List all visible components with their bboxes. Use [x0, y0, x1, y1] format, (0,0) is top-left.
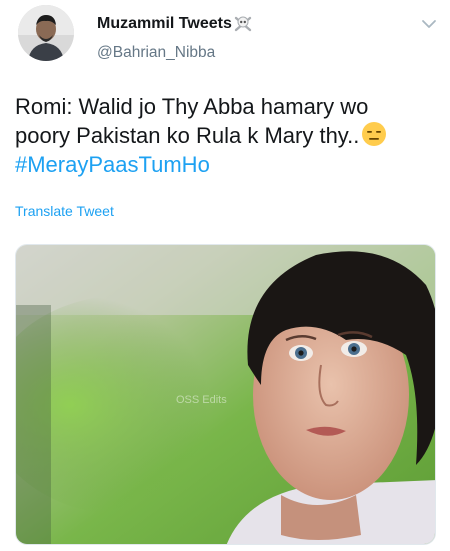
display-name-text: Muzammil Tweets	[97, 15, 232, 32]
tweet-text-line-2: poory Pakistan ko Rula k Mary thy..	[15, 123, 360, 148]
tweet-card: Muzammil Tweets @Bahrian_Nibba Romi: Wal…	[0, 0, 450, 551]
hashtag-link[interactable]: #MerayPaasTumHo	[15, 150, 440, 179]
chevron-down-icon[interactable]	[421, 18, 437, 30]
expressionless-face-icon	[361, 121, 387, 147]
avatar[interactable]	[18, 5, 74, 61]
skull-and-crossbones-icon	[233, 14, 253, 34]
media-watermark: OSS Edits	[176, 394, 227, 406]
username[interactable]: @Bahrian_Nibba	[97, 44, 215, 62]
display-name[interactable]: Muzammil Tweets	[97, 14, 253, 34]
tweet-text: Romi: Walid jo Thy Abba hamary wo poory …	[15, 92, 440, 179]
translate-tweet-link[interactable]: Translate Tweet	[15, 203, 114, 219]
tweet-text-line-1: Romi: Walid jo Thy Abba hamary wo	[15, 94, 369, 119]
tweet-media-image[interactable]: OSS Edits	[15, 244, 436, 545]
